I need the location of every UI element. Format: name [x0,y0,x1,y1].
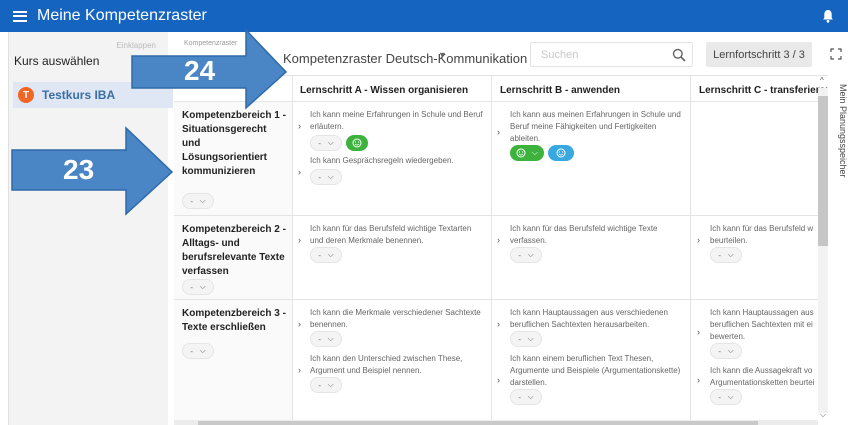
course-avatar: T [18,87,34,103]
competence-statement: Ich kann aus meinen Erfahrungen in Schul… [510,110,681,143]
caret-down-icon[interactable]: ▼ [438,50,447,60]
expand-chevron-icon[interactable]: › [497,375,500,385]
green-smiley-dropdown[interactable]: ⌵ [510,145,544,161]
competence-statement: Ich kann für das Berufsfeld wichtige Tex… [510,224,658,245]
horizontal-scrollbar-thumb[interactable] [198,421,758,425]
search-input[interactable] [541,48,661,61]
search-icon[interactable] [672,48,686,62]
expand-chevron-icon[interactable]: › [697,375,700,385]
select-course-label: Kurs auswählen [14,54,100,68]
statement-rating: - ⌵ [510,247,542,263]
app-title: Meine Kompetenzraster [37,7,207,24]
rating-dropdown[interactable]: - ⌵ [710,389,742,405]
rating-dropdown[interactable]: - ⌵ [310,135,342,151]
blue-smiley-icon[interactable] [548,145,574,161]
fullscreen-icon[interactable] [830,48,842,60]
rating-dropdown[interactable]: - ⌵ [510,331,542,347]
expand-chevron-icon[interactable]: › [697,235,700,245]
competence-statement: Ich kann Gesprächsregeln wiedergeben. [310,156,454,165]
column-header-b: Lernschritt B - anwenden [500,85,621,96]
statement-rating: - ⌵ [310,377,342,393]
expand-chevron-icon[interactable]: › [298,235,301,245]
rating-dropdown[interactable]: - ⌵ [182,193,214,209]
rating-dropdown[interactable]: - ⌵ [310,247,342,263]
hamburger-menu-icon[interactable] [13,10,27,22]
competence-statement: Ich kann Hauptaussagen aus beruflichen S… [710,308,814,341]
rating-dropdown[interactable]: - ⌵ [310,169,342,185]
rating-dropdown[interactable]: - ⌵ [182,279,214,295]
scroll-up-icon[interactable]: ^ [820,76,824,85]
competence-statement: Ich kann einem beruflichen Text Thesen, … [510,354,681,387]
grid-line [174,215,828,216]
rating-dropdown[interactable]: - ⌵ [710,247,742,263]
statement-rating: ⌵ [510,145,574,161]
green-smiley-icon[interactable] [346,135,368,151]
competence-statement: Ich kann die Merkmale verschiedener Sach… [310,308,481,329]
row-header-1: Kompetenzbereich 1 - Situationsgerecht u… [182,110,286,177]
column-header-c: Lernschritt C - transferieren [699,85,828,96]
app-header: Meine Kompetenzraster [0,0,848,32]
expand-chevron-icon[interactable]: › [298,365,301,375]
row-3-rating: - ⌵ [182,343,214,359]
statement-rating: - ⌵ [310,135,368,151]
grid-line [491,75,492,420]
competence-grid: Lernschritt A - Wissen organisieren Lern… [174,75,828,420]
grid-title-select[interactable]: Kompetenzraster Deutsch-Kommunikation [283,51,527,66]
vertical-scrollbar-thumb[interactable] [818,96,828,246]
scroll-down-icon[interactable]: ⌵ [820,410,826,420]
competence-statement: Ich kann für das Berufsfeld w beurteilen… [710,224,814,245]
annotation-label-23: 23 [63,154,95,185]
statement-rating: - ⌵ [710,389,742,405]
row-header-3: Kompetenzbereich 3 - Texte erschließen [182,308,286,333]
statement-rating: - ⌵ [310,331,342,347]
search-box [530,42,693,67]
course-name: Testkurs IBA [42,88,116,102]
grid-line [292,75,293,420]
expand-chevron-icon[interactable]: › [497,127,500,137]
column-header-a: Lernschritt A - Wissen organisieren [300,85,469,96]
rating-dropdown[interactable]: - ⌵ [182,343,214,359]
expand-chevron-icon[interactable]: › [298,167,301,177]
grid-line [174,299,828,300]
grid-line [690,75,691,420]
statement-rating: - ⌵ [510,389,542,405]
expand-chevron-icon[interactable]: › [298,121,301,131]
statement-rating: - ⌵ [510,331,542,347]
rating-dropdown[interactable]: - ⌵ [510,389,542,405]
planning-storage-tab[interactable]: Mein Planungsspeicher [836,84,848,194]
expand-chevron-icon[interactable]: › [497,319,500,329]
statement-rating: - ⌵ [710,247,742,263]
statement-rating: - ⌵ [310,169,342,185]
annotation-label-24: 24 [184,55,216,86]
expand-chevron-icon[interactable]: › [298,319,301,329]
rating-dropdown[interactable]: - ⌵ [510,247,542,263]
rating-dropdown[interactable]: - ⌵ [310,377,342,393]
competence-statement: Ich kann den Unterschied zwischen These,… [310,354,463,375]
bell-icon[interactable] [822,9,834,23]
competence-statement: Ich kann die Aussagekraft vo Argumentati… [710,366,815,387]
expand-chevron-icon[interactable]: › [497,235,500,245]
expand-chevron-icon[interactable]: › [697,327,700,337]
statement-rating: - ⌵ [710,343,742,359]
statement-rating: - ⌵ [310,247,342,263]
learning-progress-button[interactable]: Lernfortschritt 3 / 3 [706,42,812,67]
rating-dropdown[interactable]: - ⌵ [310,331,342,347]
row-1-rating: - ⌵ [182,193,214,209]
row-header-2: Kompetenzbereich 2 - Alltags- und berufs… [182,224,286,277]
competence-statement: Ich kann Hauptaussagen aus verschiedenen… [510,308,668,329]
row-2-rating: - ⌵ [182,279,214,295]
competence-statement: Ich kann für das Berufsfeld wichtige Tex… [310,224,472,245]
competence-statement: Ich kann meine Erfahrungen in Schule und… [310,110,483,131]
rating-dropdown[interactable]: - ⌵ [710,343,742,359]
